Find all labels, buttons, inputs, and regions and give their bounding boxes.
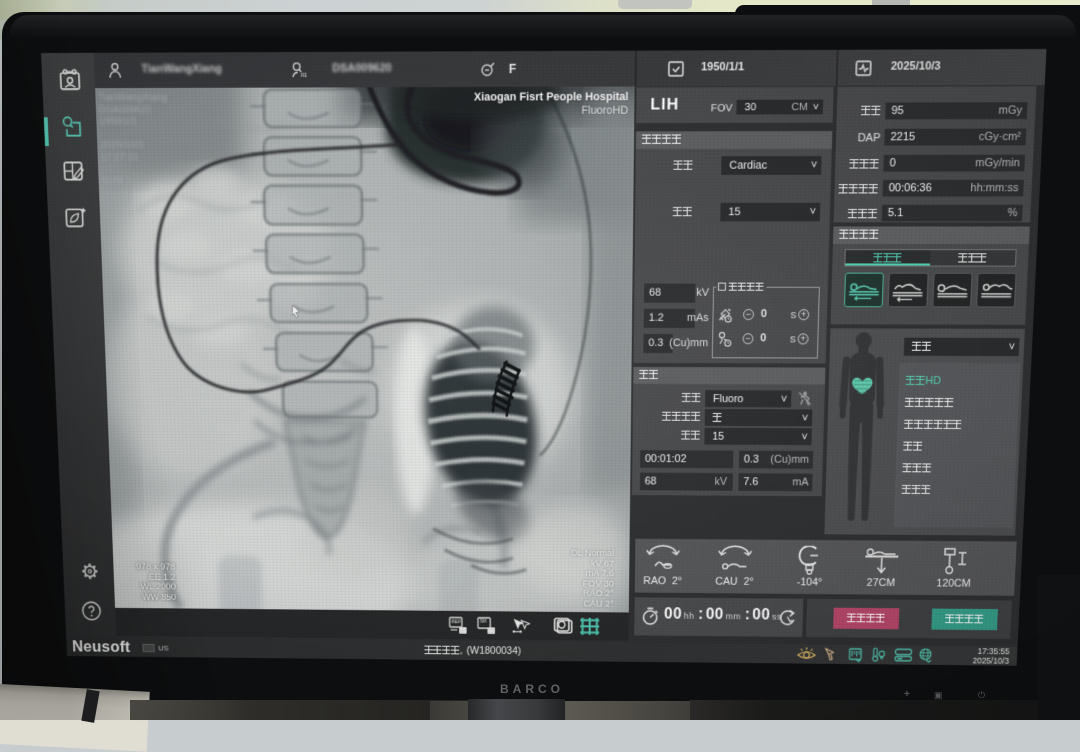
- svg-text:REC: REC: [301, 73, 307, 79]
- svg-text:SM: SM: [480, 619, 487, 624]
- svg-text:REF: REF: [452, 619, 461, 625]
